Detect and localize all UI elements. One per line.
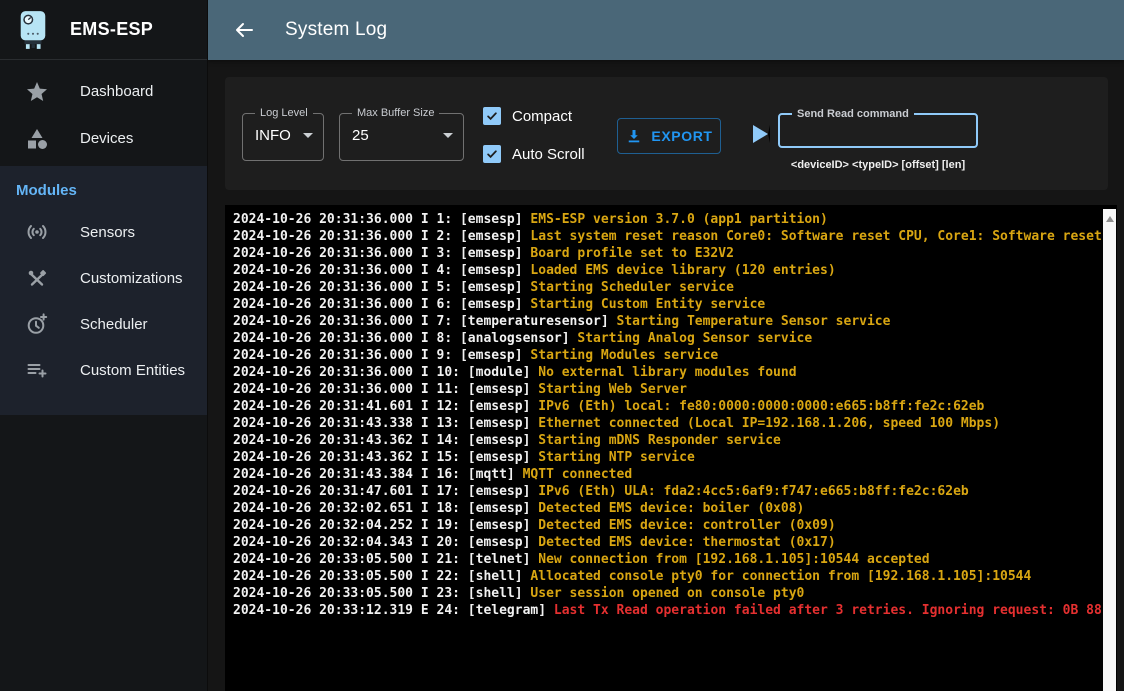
log-line: 2024-10-26 20:31:36.000 I 11: [emsesp] S…	[233, 381, 1101, 398]
sidebar-header: EMS-ESP	[0, 0, 207, 60]
log-line: 2024-10-26 20:32:02.651 I 18: [emsesp] D…	[233, 500, 1101, 517]
log-line: 2024-10-26 20:31:36.000 I 9: [emsesp] St…	[233, 347, 1101, 364]
chevron-down-icon	[443, 133, 453, 138]
playlist-add-icon	[25, 358, 49, 382]
auto-scroll-checkbox[interactable]	[483, 145, 501, 163]
log-line: 2024-10-26 20:32:04.252 I 19: [emsesp] D…	[233, 517, 1101, 534]
log-line: 2024-10-26 20:33:05.500 I 22: [shell] Al…	[233, 568, 1101, 585]
max-buffer-size-value: 25	[348, 127, 369, 144]
download-icon	[625, 127, 643, 145]
compact-label: Compact	[512, 108, 572, 125]
nav-item-label: Scheduler	[80, 316, 148, 333]
log-line: 2024-10-26 20:31:36.000 I 8: [analogsens…	[233, 330, 1101, 347]
log-line: 2024-10-26 20:33:05.500 I 21: [telnet] N…	[233, 551, 1101, 568]
log-line: 2024-10-26 20:31:43.362 I 15: [emsesp] S…	[233, 449, 1101, 466]
log-line: 2024-10-26 20:31:36.000 I 2: [emsesp] La…	[233, 228, 1101, 245]
modules-section-header: Modules	[0, 170, 207, 209]
log-line: 2024-10-26 20:33:12.319 E 24: [telegram]…	[233, 602, 1101, 619]
sidebar-item-dashboard[interactable]: Dashboard	[0, 68, 207, 115]
sidebar: EMS-ESP Dashboard Devices Modules Sensor…	[0, 0, 208, 691]
sidebar-item-customizations[interactable]: Customizations	[0, 255, 207, 301]
compact-checkbox-row: Compact	[483, 107, 572, 125]
send-command-button[interactable]	[753, 125, 770, 143]
log-line: 2024-10-26 20:31:41.601 I 12: [emsesp] I…	[233, 398, 1101, 415]
log-line: 2024-10-26 20:31:43.362 I 14: [emsesp] S…	[233, 432, 1101, 449]
log-line: 2024-10-26 20:31:36.000 I 5: [emsesp] St…	[233, 279, 1101, 296]
tools-icon	[25, 266, 49, 290]
boiler-logo-icon	[16, 9, 50, 51]
sidebar-item-custom-entities[interactable]: Custom Entities	[0, 347, 207, 393]
send-read-command-input[interactable]	[788, 120, 968, 140]
compact-checkbox[interactable]	[483, 107, 501, 125]
sidebar-item-scheduler[interactable]: Scheduler	[0, 301, 207, 347]
sidebar-modules-section: Modules Sensors Customizations Scheduler…	[0, 166, 207, 415]
log-controls-panel: Log Level INFO Max Buffer Size 25 Compac…	[225, 77, 1108, 190]
export-button[interactable]: EXPORT	[617, 118, 721, 154]
log-level-label: Log Level	[255, 107, 313, 119]
sensor-icon	[25, 220, 49, 244]
log-line: 2024-10-26 20:31:43.384 I 16: [mqtt] MQT…	[233, 466, 1101, 483]
nav-item-label: Custom Entities	[80, 362, 185, 379]
export-button-label: EXPORT	[651, 128, 712, 144]
chevron-down-icon	[303, 133, 313, 138]
modules-nav: Sensors Customizations Scheduler Custom …	[0, 209, 207, 393]
nav-item-label: Sensors	[80, 224, 135, 241]
log-line: 2024-10-26 20:31:36.000 I 3: [emsesp] Bo…	[233, 245, 1101, 262]
sidebar-nav: Dashboard Devices	[0, 60, 207, 162]
appbar: System Log	[208, 0, 1124, 60]
log-line: 2024-10-26 20:31:36.000 I 6: [emsesp] St…	[233, 296, 1101, 313]
category-icon	[25, 127, 49, 151]
star-icon	[25, 80, 49, 104]
log-level-value: INFO	[251, 127, 291, 144]
send-read-helper-text: <deviceID> <typeID> [offset] [len]	[778, 159, 978, 171]
max-buffer-size-label: Max Buffer Size	[352, 107, 439, 119]
scroll-up-arrow-icon	[1106, 216, 1114, 222]
log-line: 2024-10-26 20:31:36.000 I 10: [module] N…	[233, 364, 1101, 381]
log-line: 2024-10-26 20:33:05.500 I 23: [shell] Us…	[233, 585, 1101, 602]
log-scrollbar[interactable]	[1103, 209, 1116, 691]
checkmark-icon	[485, 147, 499, 161]
send-read-command-label: Send Read command	[792, 108, 914, 120]
back-arrow-icon[interactable]	[232, 18, 256, 42]
max-buffer-size-select[interactable]: Max Buffer Size 25	[339, 107, 464, 161]
sidebar-item-devices[interactable]: Devices	[0, 115, 207, 162]
log-line: 2024-10-26 20:32:04.343 I 20: [emsesp] D…	[233, 534, 1101, 551]
log-lines: 2024-10-26 20:31:36.000 I 1: [emsesp] EM…	[233, 211, 1101, 691]
app-title: EMS-ESP	[70, 19, 153, 40]
sidebar-item-sensors[interactable]: Sensors	[0, 209, 207, 255]
log-line: 2024-10-26 20:31:36.000 I 7: [temperatur…	[233, 313, 1101, 330]
clock-plus-icon	[25, 312, 49, 336]
send-read-command-field: Send Read command	[778, 108, 978, 148]
log-level-select[interactable]: Log Level INFO	[242, 107, 324, 161]
nav-item-label: Dashboard	[80, 83, 153, 100]
page-title: System Log	[285, 19, 387, 41]
auto-scroll-label: Auto Scroll	[512, 146, 585, 163]
log-line: 2024-10-26 20:31:36.000 I 1: [emsesp] EM…	[233, 211, 1101, 228]
nav-item-label: Customizations	[80, 270, 183, 287]
checkmark-icon	[485, 109, 499, 123]
auto-scroll-checkbox-row: Auto Scroll	[483, 145, 585, 163]
nav-item-label: Devices	[80, 130, 133, 147]
log-line: 2024-10-26 20:31:36.000 I 4: [emsesp] Lo…	[233, 262, 1101, 279]
system-log-console: 2024-10-26 20:31:36.000 I 1: [emsesp] EM…	[225, 205, 1117, 691]
log-line: 2024-10-26 20:31:43.338 I 13: [emsesp] E…	[233, 415, 1101, 432]
log-line: 2024-10-26 20:31:47.601 I 17: [emsesp] I…	[233, 483, 1101, 500]
